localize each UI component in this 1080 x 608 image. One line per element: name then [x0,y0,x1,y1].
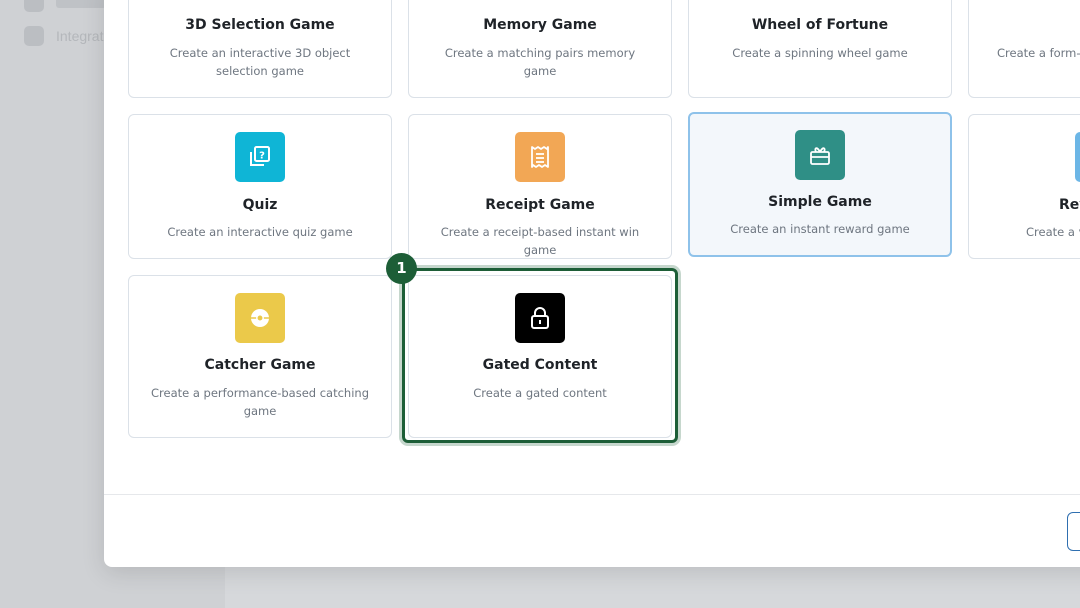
card-title: Catcher Game [204,357,316,373]
card-title: 3D Selection Game [185,17,335,33]
footer-action-button[interactable] [1067,512,1080,551]
card-title: Simple Game [768,194,872,210]
background-page-area [225,567,1080,608]
background-nav-label: Integrat [56,28,104,44]
integrations-icon [24,26,44,46]
card-description: Create a matching pairs memory game [444,46,636,78]
modal-footer [104,494,1080,567]
card-title: Gated Content [482,357,598,373]
card-description: Create an interactive quiz game [167,225,353,239]
svg-text:?: ? [259,151,265,162]
step-number-badge: 1 [386,253,417,284]
lock-icon [515,293,565,343]
card-description: Create an instant reward game [730,222,910,236]
card-description: Create a performance-based catching game [150,386,369,418]
receipt-icon [515,132,565,182]
game-type-modal: 3D Selection Game Create an interactive … [104,0,1080,567]
background-nav-item-integrations: Integrat [24,26,103,46]
card-title: Receipt Game [485,197,595,213]
reveal-icon [1075,132,1080,182]
card-description: Create a v [1026,225,1080,239]
gift-icon [795,130,845,180]
card-title: Rev [1059,197,1080,213]
card-form-game[interactable]: Create a form-b [968,0,1080,98]
card-description: Create a form-b [997,46,1080,60]
card-description: Create an interactive 3D object selectio… [169,46,351,78]
card-description: Create a gated content [473,386,607,400]
card-description: Create a receipt-based instant win game [440,225,640,257]
card-catcher-game[interactable]: Catcher Game Create a performance-based … [128,275,392,438]
card-simple-game[interactable]: Simple Game Create an instant reward gam… [688,112,952,257]
background-nav-item [24,0,106,12]
card-description: Create a spinning wheel game [732,46,908,60]
card-title: Wheel of Fortune [751,17,889,33]
card-gated-content[interactable]: Gated Content Create a gated content [408,275,672,438]
ball-icon [235,293,285,343]
quiz-icon: ? [235,132,285,182]
card-3d-selection-game[interactable]: 3D Selection Game Create an interactive … [128,0,392,98]
card-reveal-game[interactable]: Rev Create a v [968,114,1080,259]
card-receipt-game[interactable]: Receipt Game Create a receipt-based inst… [408,114,672,259]
card-wheel-of-fortune[interactable]: Wheel of Fortune Create a spinning wheel… [688,0,952,98]
card-quiz[interactable]: ? Quiz Create an interactive quiz game [128,114,392,259]
settings-icon [24,0,44,12]
card-memory-game[interactable]: Memory Game Create a matching pairs memo… [408,0,672,98]
card-title: Memory Game [483,17,597,33]
card-title: Quiz [242,197,278,213]
